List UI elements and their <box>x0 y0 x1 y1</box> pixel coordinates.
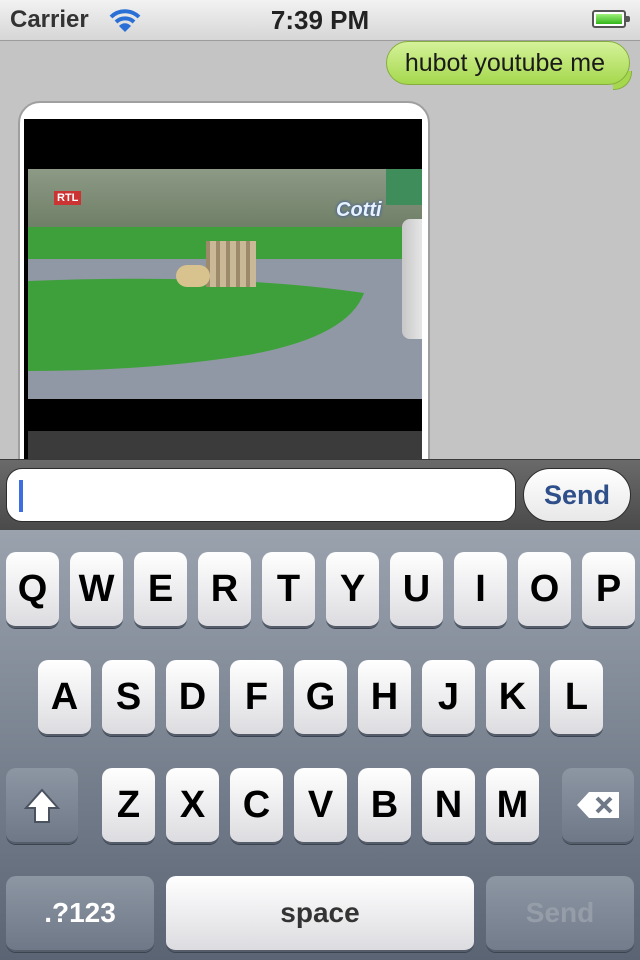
key-g[interactable]: G <box>294 660 347 736</box>
send-button[interactable]: Send <box>523 468 631 522</box>
shift-icon <box>23 788 61 823</box>
key-z[interactable]: Z <box>102 768 155 844</box>
key-o[interactable]: O <box>518 552 571 628</box>
key-a[interactable]: A <box>38 660 91 736</box>
key-n[interactable]: N <box>422 768 475 844</box>
key-s[interactable]: S <box>102 660 155 736</box>
key-e[interactable]: E <box>134 552 187 628</box>
battery-icon <box>592 10 630 28</box>
key-l[interactable]: L <box>550 660 603 736</box>
shift-key[interactable] <box>6 768 78 844</box>
outgoing-message-bubble: hubot youtube me <box>385 41 630 85</box>
key-q[interactable]: Q <box>6 552 59 628</box>
incoming-video-bubble: RTL Cotti <box>18 101 430 459</box>
key-f[interactable]: F <box>230 660 283 736</box>
video-car <box>402 219 422 339</box>
key-y[interactable]: Y <box>326 552 379 628</box>
text-caret <box>19 480 23 512</box>
key-d[interactable]: D <box>166 660 219 736</box>
key-t[interactable]: T <box>262 552 315 628</box>
key-i[interactable]: I <box>454 552 507 628</box>
key-w[interactable]: W <box>70 552 123 628</box>
key-x[interactable]: X <box>166 768 219 844</box>
status-bar: Carrier 7:39 PM <box>0 0 640 41</box>
video-dog <box>176 265 210 287</box>
key-b[interactable]: B <box>358 768 411 844</box>
space-key[interactable]: space <box>166 876 474 952</box>
key-m[interactable]: M <box>486 768 539 844</box>
key-p[interactable]: P <box>582 552 635 628</box>
key-j[interactable]: J <box>422 660 475 736</box>
return-send-key[interactable]: Send <box>486 876 634 952</box>
key-h[interactable]: H <box>358 660 411 736</box>
key-k[interactable]: K <box>486 660 539 736</box>
numbers-key[interactable]: .?123 <box>6 876 154 952</box>
backspace-icon <box>577 792 619 818</box>
keyboard: Q W E R T Y U I O P A S D F G H J K L Z … <box>0 530 640 960</box>
channel-logo: RTL <box>54 191 82 205</box>
key-c[interactable]: C <box>230 768 283 844</box>
clock: 7:39 PM <box>270 5 370 35</box>
key-u[interactable]: U <box>390 552 443 628</box>
brand-logo: Cotti <box>336 199 382 221</box>
youtube-video-player[interactable]: RTL Cotti <box>24 119 422 459</box>
delete-key[interactable] <box>562 768 634 844</box>
video-sign <box>386 169 422 205</box>
composer-bar: Send <box>0 459 640 531</box>
video-crate <box>206 241 256 287</box>
key-r[interactable]: R <box>198 552 251 628</box>
video-controls-bar[interactable] <box>28 431 422 459</box>
key-v[interactable]: V <box>294 768 347 844</box>
chat-area[interactable]: hubot youtube me RTL Cotti <box>0 41 640 459</box>
message-input[interactable] <box>6 468 516 522</box>
